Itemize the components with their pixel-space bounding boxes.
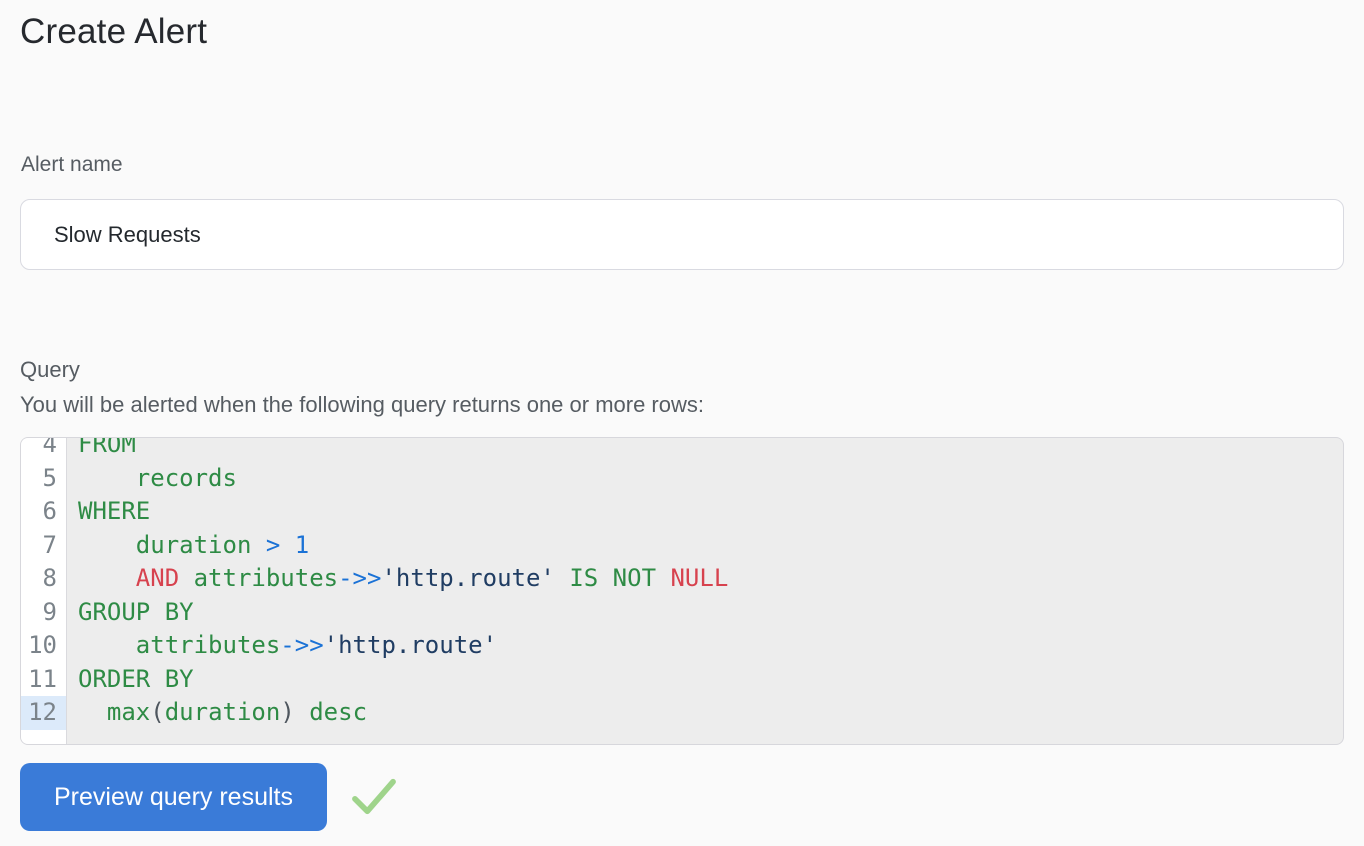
code-line: ORDER BY — [67, 663, 1343, 697]
query-label: Query — [20, 357, 1344, 383]
line-number: 7 — [21, 529, 66, 563]
alert-name-input[interactable] — [20, 199, 1344, 270]
query-description: You will be alerted when the following q… — [20, 391, 1344, 418]
line-number: 6 — [21, 495, 66, 529]
code-line: WHERE — [67, 495, 1343, 529]
line-number: 10 — [21, 629, 66, 663]
editor-gutter: 456789101112 — [21, 438, 67, 744]
editor-code: FROM recordsWHERE duration > 1 AND attri… — [67, 438, 1343, 744]
line-number: 12 — [21, 696, 66, 730]
line-number: 5 — [21, 462, 66, 496]
editor-gutter-lines: 456789101112 — [21, 437, 66, 730]
code-line: FROM — [67, 438, 1343, 462]
alert-name-label: Alert name — [20, 152, 1344, 178]
code-line: GROUP BY — [67, 596, 1343, 630]
line-number: 8 — [21, 562, 66, 596]
page-title: Create Alert — [20, 0, 1344, 56]
line-number: 4 — [21, 437, 66, 462]
code-line: duration > 1 — [67, 529, 1343, 563]
check-icon — [351, 777, 397, 817]
code-line: attributes->>'http.route' — [67, 629, 1343, 663]
line-number: 9 — [21, 596, 66, 630]
code-line: AND attributes->>'http.route' IS NOT NUL… — [67, 562, 1343, 596]
code-line: records — [67, 462, 1343, 496]
code-line: max(duration) desc — [67, 696, 1343, 730]
sql-editor[interactable]: 456789101112 FROM recordsWHERE duration … — [20, 437, 1344, 745]
create-alert-page: Create Alert Alert name Query You will b… — [0, 0, 1364, 831]
line-number: 11 — [21, 663, 66, 697]
actions-row: Preview query results — [20, 763, 1344, 831]
editor-code-lines: FROM recordsWHERE duration > 1 AND attri… — [67, 438, 1343, 730]
preview-query-results-button[interactable]: Preview query results — [20, 763, 327, 831]
